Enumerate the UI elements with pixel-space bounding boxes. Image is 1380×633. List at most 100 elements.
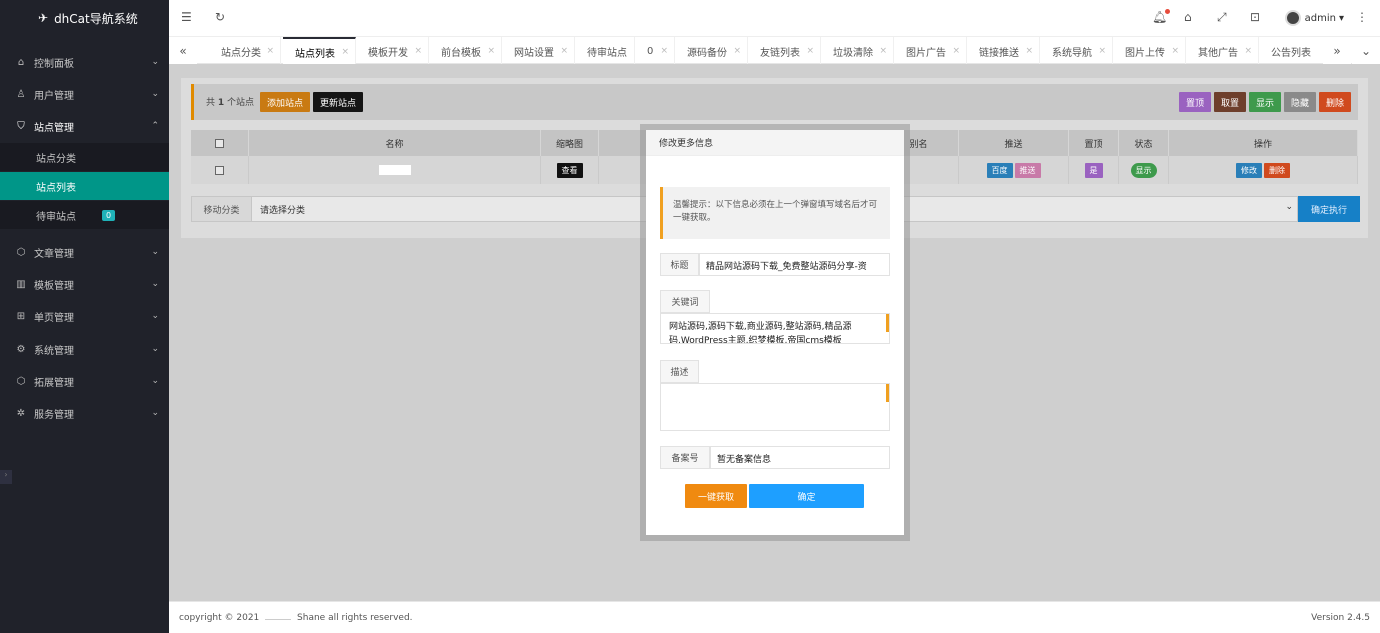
show-button[interactable]: 显示: [1249, 92, 1281, 112]
sidebar-subitem-pending-sites[interactable]: 待审站点 0: [0, 201, 169, 229]
chevron-down-icon: ⌄: [151, 57, 159, 67]
tab-site-category[interactable]: 站点分类 ×: [209, 37, 281, 65]
sidebar-subitem-label: 待审站点: [36, 211, 76, 223]
tab-system-nav[interactable]: 系统导航 ×: [1040, 37, 1113, 65]
push-other-button[interactable]: 推送: [1014, 162, 1041, 178]
sidebar-item-label: 控制面板: [34, 58, 74, 70]
redacted-name: [378, 165, 411, 175]
fullscreen-icon[interactable]: ⤢: [1217, 10, 1227, 25]
sidebar-item-sites[interactable]: ⛉ 站点管理 ⌃: [0, 110, 169, 142]
select-all-checkbox[interactable]: [215, 138, 224, 148]
col-header-top: 置顶: [1069, 130, 1119, 156]
sidebar-subitem-site-category[interactable]: 站点分类: [0, 143, 169, 171]
tab-label: 垃圾清除: [833, 47, 873, 59]
keywords-textarea[interactable]: 网站源码,源码下载,商业源码,整站源码,精品源码,WordPress主题,织梦模…: [660, 313, 890, 344]
keywords-label: 关键词: [660, 290, 710, 313]
tab-image-upload[interactable]: 图片上传 ×: [1113, 37, 1186, 65]
close-icon[interactable]: ×: [341, 47, 349, 57]
close-icon[interactable]: ×: [733, 46, 741, 56]
sidebar-item-users[interactable]: ♙ 用户管理 ⌄: [0, 78, 169, 110]
tab-menu-chevron-icon[interactable]: ⌄: [1352, 37, 1380, 65]
close-icon[interactable]: ×: [414, 46, 422, 56]
close-icon[interactable]: ×: [1244, 46, 1252, 56]
sidebar-item-label: 文章管理: [34, 248, 74, 260]
tab-template-dev[interactable]: 模板开发 ×: [356, 37, 429, 65]
sidebar-item-pages[interactable]: ⊞ 单页管理 ⌄: [0, 300, 169, 332]
close-icon[interactable]: ×: [952, 46, 960, 56]
sidebar-item-services[interactable]: ✲ 服务管理 ⌄: [0, 397, 169, 429]
close-icon[interactable]: ×: [560, 46, 568, 56]
count-suffix: 个站点: [227, 98, 255, 108]
app-logo[interactable]: ✈ dhCat导航系统: [0, 0, 169, 36]
more-icon[interactable]: ⋮: [1356, 10, 1368, 24]
tab-friend-links[interactable]: 友链列表 ×: [748, 37, 821, 65]
close-icon[interactable]: ×: [487, 46, 495, 56]
tab-label: 公告列表: [1271, 47, 1311, 59]
sidebar-collapse-handle[interactable]: ›: [0, 470, 12, 484]
fetch-info-button[interactable]: 一键获取: [685, 484, 747, 508]
textarea-resize-handle[interactable]: [886, 314, 889, 332]
execute-button[interactable]: 确定执行: [1298, 196, 1360, 222]
tab-pending-sites[interactable]: 待审站点: [575, 37, 635, 65]
tab-link-push[interactable]: 链接推送 ×: [967, 37, 1040, 65]
menu-toggle-icon[interactable]: ☰: [181, 10, 192, 24]
sidebar-item-extensions[interactable]: ⬡ 拓展管理 ⌄: [0, 365, 169, 397]
tab-image-ads[interactable]: 图片广告 ×: [894, 37, 967, 65]
close-icon[interactable]: ×: [1025, 46, 1033, 56]
top-status-tag[interactable]: 是: [1084, 162, 1103, 178]
tab-scroll-left-icon[interactable]: «: [169, 37, 197, 65]
edit-button[interactable]: 修改: [1236, 162, 1262, 178]
chevron-down-icon: ⌄: [151, 344, 159, 354]
row-checkbox[interactable]: [215, 165, 224, 175]
close-icon[interactable]: ×: [660, 46, 668, 56]
title-input[interactable]: 精品网站源码下载_免费整站源码分享-资: [699, 253, 890, 276]
confirm-button[interactable]: 确定: [749, 484, 864, 508]
user-menu[interactable]: admin ▾: [1284, 10, 1344, 26]
sidebar-item-label: 用户管理: [34, 90, 74, 102]
sidebar-item-dashboard[interactable]: ⌂ 控制面板 ⌄: [0, 46, 169, 78]
push-baidu-button[interactable]: 百度: [986, 162, 1013, 178]
untop-button[interactable]: 取置: [1214, 92, 1246, 112]
sidebar-item-system[interactable]: ⚙ 系统管理 ⌄: [0, 333, 169, 365]
top-header: ☰ ↻ 🔔︎ ⌂ ⤢ ⊡ admin ▾ ⋮: [169, 0, 1380, 36]
update-site-button[interactable]: 更新站点: [313, 92, 363, 112]
tab-zero[interactable]: 0 ×: [635, 37, 675, 65]
tab-site-list[interactable]: 站点列表 ×: [283, 37, 356, 65]
textarea-resize-handle[interactable]: [886, 384, 889, 402]
bell-icon[interactable]: 🔔︎: [1152, 9, 1171, 24]
close-icon[interactable]: ×: [1171, 46, 1179, 56]
tab-scroll-right-icon[interactable]: »: [1323, 37, 1351, 65]
close-icon[interactable]: ×: [266, 46, 274, 56]
copyright: copyright © 2021 Shane all rights reserv…: [179, 613, 413, 623]
lock-icon[interactable]: ⊡: [1250, 10, 1260, 24]
close-icon[interactable]: ×: [879, 46, 887, 56]
chevron-down-icon: ⌄: [151, 376, 159, 386]
tag-icon[interactable]: ⌂: [1184, 10, 1192, 24]
tab-label: 其他广告: [1198, 47, 1238, 59]
tab-site-settings[interactable]: 网站设置 ×: [502, 37, 575, 65]
hide-button[interactable]: 隐藏: [1284, 92, 1316, 112]
sidebar: ✈ dhCat导航系统 ⌂ 控制面板 ⌄ ♙ 用户管理 ⌄ ⛉ 站点管理 ⌃ 站…: [0, 0, 169, 633]
copyright-text: copyright © 2021: [179, 613, 260, 623]
tab-notice-list[interactable]: 公告列表: [1259, 37, 1325, 65]
sidebar-item-articles[interactable]: ⬡ 文章管理 ⌄: [0, 236, 169, 268]
tab-trash-clean[interactable]: 垃圾清除 ×: [821, 37, 894, 65]
sidebar-subitem-site-list[interactable]: 站点列表: [0, 172, 169, 200]
close-icon[interactable]: ×: [1098, 46, 1106, 56]
status-badge[interactable]: 显示: [1130, 162, 1157, 178]
sidebar-item-templates[interactable]: ▥ 模板管理 ⌄: [0, 268, 169, 300]
tab-other-ads[interactable]: 其他广告 ×: [1186, 37, 1259, 65]
add-site-button[interactable]: 添加站点: [260, 92, 310, 112]
tab-source-backup[interactable]: 源码备份 ×: [675, 37, 748, 65]
top-button[interactable]: 置顶: [1179, 92, 1211, 112]
close-icon[interactable]: ×: [806, 46, 814, 56]
description-textarea[interactable]: [660, 383, 890, 431]
view-thumb-button[interactable]: 查看: [556, 162, 583, 178]
icp-input[interactable]: 暂无备案信息: [710, 446, 890, 469]
tab-front-template[interactable]: 前台模板 ×: [429, 37, 502, 65]
delete-button[interactable]: 删除: [1319, 92, 1351, 112]
row-delete-button[interactable]: 删除: [1264, 162, 1290, 178]
row-push-cell: 百度 推送: [959, 156, 1069, 184]
sidebar-item-label: 服务管理: [34, 409, 74, 421]
refresh-icon[interactable]: ↻: [215, 10, 225, 24]
